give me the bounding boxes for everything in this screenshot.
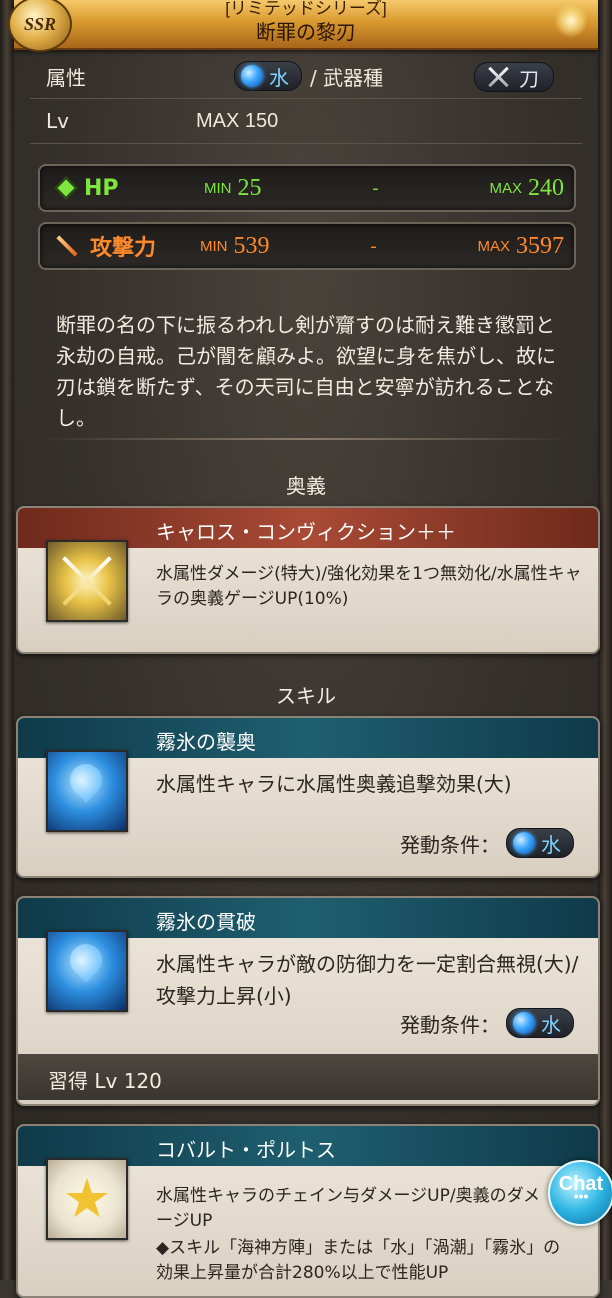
hp-stat-bar: HP MIN 25 - MAX 240: [38, 164, 576, 212]
attack-min-label: MIN: [200, 237, 228, 255]
skill-icon: [46, 750, 128, 832]
condition-pill: 水: [506, 1008, 574, 1038]
right-frame: [598, 0, 612, 1280]
hp-diamond-icon: [54, 176, 78, 200]
weapon-title: 断罪の黎刃: [256, 20, 356, 44]
attack-min-value: 539: [233, 232, 270, 259]
learn-level: 習得 Lv 120: [48, 1069, 162, 1093]
water-orb-icon: [513, 1012, 535, 1034]
chat-dots-icon: •••: [573, 1188, 589, 1204]
ougi-description: 水属性ダメージ(特大)/強化効果を1つ無効化/水属性キャラの奥義ゲージUP(10…: [156, 564, 582, 609]
condition-value: 水: [541, 1012, 561, 1037]
skill-name: コバルト・ポルトス: [156, 1138, 336, 1162]
skill-note: ◆スキル「海神方陣」または「水」「渦潮」「霧氷」の効果上昇量が合計280%以上で…: [156, 1238, 561, 1283]
ougi-icon: [46, 540, 128, 622]
skill-icon: ★: [46, 1158, 128, 1240]
element-pill: 水: [234, 61, 302, 91]
element-value: 水: [269, 65, 289, 90]
skill-condition: 発動条件： 水: [400, 828, 574, 858]
star-icon: ★: [62, 1167, 112, 1230]
condition-pill: 水: [506, 828, 574, 858]
chat-button[interactable]: Chat •••: [548, 1160, 612, 1226]
hp-dash: -: [372, 177, 379, 199]
hp-max-label: MAX: [489, 179, 522, 197]
level-label: Lv: [46, 109, 69, 133]
left-frame: [0, 0, 14, 1280]
water-orb-icon: [241, 65, 263, 87]
level-value: MAX 150: [196, 109, 279, 132]
weapon-type-label: / 武器種: [310, 65, 384, 90]
skill-description: 水属性キャラに水属性奥義追撃効果(大): [156, 772, 512, 796]
hp-max-value: 240: [527, 174, 564, 201]
hp-min-value: 25: [237, 174, 262, 201]
skill-card[interactable]: 霧氷の貫破 水属性キャラが敵の防御力を一定割合無視(大)/攻撃力上昇(小) 発動…: [16, 896, 600, 1106]
element-row: 属性 水 / 武器種 刀: [30, 54, 582, 99]
ougi-card[interactable]: キャロス・コンヴィクション＋＋ 水属性ダメージ(特大)/強化効果を1つ無効化/水…: [16, 506, 600, 654]
flavor-text: 断罪の名の下に振るわれし剣が齎すのは耐え難き懲罰と永劫の自戒。己が闇を顧みよ。欲…: [56, 313, 556, 430]
weapon-header: [リミテッドシリーズ] 断罪の黎刃: [14, 0, 598, 50]
skill-name: 霧氷の貫破: [156, 910, 256, 934]
water-drop-icon: [63, 937, 109, 983]
ougi-name: キャロス・コンヴィクション＋＋: [156, 520, 456, 544]
skill-description: 水属性キャラが敵の防御力を一定割合無視(大)/攻撃力上昇(小): [156, 952, 579, 1008]
skill-card[interactable]: 霧氷の襲奥 水属性キャラに水属性奥義追撃効果(大) 発動条件： 水: [16, 716, 600, 878]
attack-max-label: MAX: [477, 237, 510, 255]
skill-condition: 発動条件： 水: [400, 1008, 574, 1038]
water-orb-icon: [513, 832, 535, 854]
condition-value: 水: [541, 832, 561, 857]
skills-section-title: スキル: [276, 684, 336, 708]
skill-description: 水属性キャラのチェイン与ダメージUP/奥義のダメージUP: [156, 1186, 541, 1231]
weapon-type-pill: 刀: [474, 62, 554, 92]
divider: [40, 438, 572, 440]
learn-level-bar: 習得 Lv 120: [18, 1054, 598, 1100]
ougi-section-title: 奥義: [286, 474, 326, 498]
condition-label: 発動条件：: [400, 1012, 500, 1037]
weapon-type-value: 刀: [519, 66, 539, 91]
crossed-swords-icon: [485, 64, 511, 90]
attack-dash: -: [370, 235, 377, 257]
attack-stat-bar: 攻撃力 MIN 539 - MAX 3597: [38, 222, 576, 270]
weapon-detail-page: [リミテッドシリーズ] 断罪の黎刃 SSR 属性 水 / 武器種 刀 Lv MA…: [0, 0, 612, 1298]
hp-min-label: MIN: [204, 179, 232, 197]
hp-label: HP: [84, 175, 119, 201]
attack-sword-icon: [54, 233, 80, 259]
element-label: 属性: [46, 65, 86, 90]
attack-label: 攻撃力: [90, 236, 157, 261]
skill-name: 霧氷の襲奥: [156, 730, 256, 754]
condition-label: 発動条件：: [400, 832, 500, 857]
sparkle-icon: [554, 4, 588, 38]
level-row: Lv MAX 150: [30, 99, 582, 144]
attack-max-value: 3597: [515, 232, 564, 259]
skill-icon: [46, 930, 128, 1012]
crossed-golden-swords-icon: [48, 542, 126, 620]
water-drop-icon: [63, 757, 109, 803]
skill-card[interactable]: コバルト・ポルトス ★ 水属性キャラのチェイン与ダメージUP/奥義のダメージUP…: [16, 1124, 600, 1298]
